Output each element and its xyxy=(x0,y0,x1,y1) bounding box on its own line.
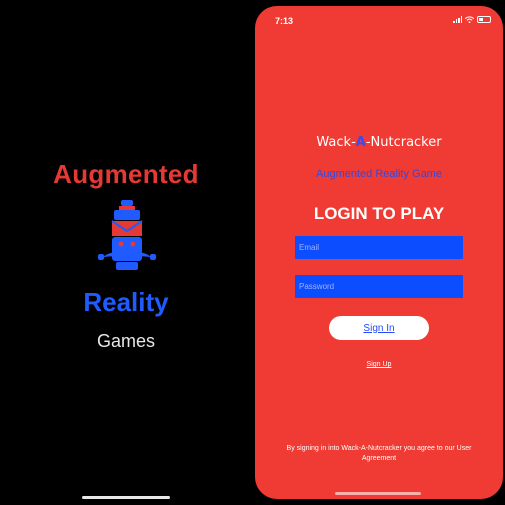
sign-up-link[interactable]: Sign Up xyxy=(255,361,503,368)
battery-icon xyxy=(477,16,491,23)
app-title-part: Wack- xyxy=(316,135,356,150)
splash-screen: Augmented Reality Games xyxy=(0,0,252,505)
home-indicator[interactable] xyxy=(335,492,421,495)
app-title: Wack-A-Nutcracker xyxy=(255,135,503,150)
splash-title-augmented: Augmented xyxy=(53,159,199,189)
sign-in-button[interactable]: Sign In xyxy=(329,316,429,340)
user-agreement-text: By signing in into Wack-A-Nutcracker you… xyxy=(286,445,472,462)
cellular-signal-icon xyxy=(453,16,462,23)
splash-title-games: Games xyxy=(96,331,156,351)
splash-title-reality: Reality xyxy=(83,287,169,317)
login-screen: 7:13 Wack-A-Nutcracker Augmented Reality… xyxy=(255,6,503,499)
app-subtitle: Augmented Reality Game xyxy=(316,168,442,180)
app-title-letter: A xyxy=(355,135,366,150)
wifi-icon xyxy=(465,16,474,23)
password-field[interactable] xyxy=(295,275,463,298)
status-icons xyxy=(453,16,491,23)
app-title-part: -Nutcracker xyxy=(365,135,442,150)
status-time: 7:13 xyxy=(275,16,294,26)
email-field[interactable] xyxy=(295,236,463,259)
login-heading: LOGIN TO PLAY xyxy=(313,204,445,223)
nutcracker-logo-icon xyxy=(98,200,156,270)
home-indicator[interactable] xyxy=(82,496,170,499)
